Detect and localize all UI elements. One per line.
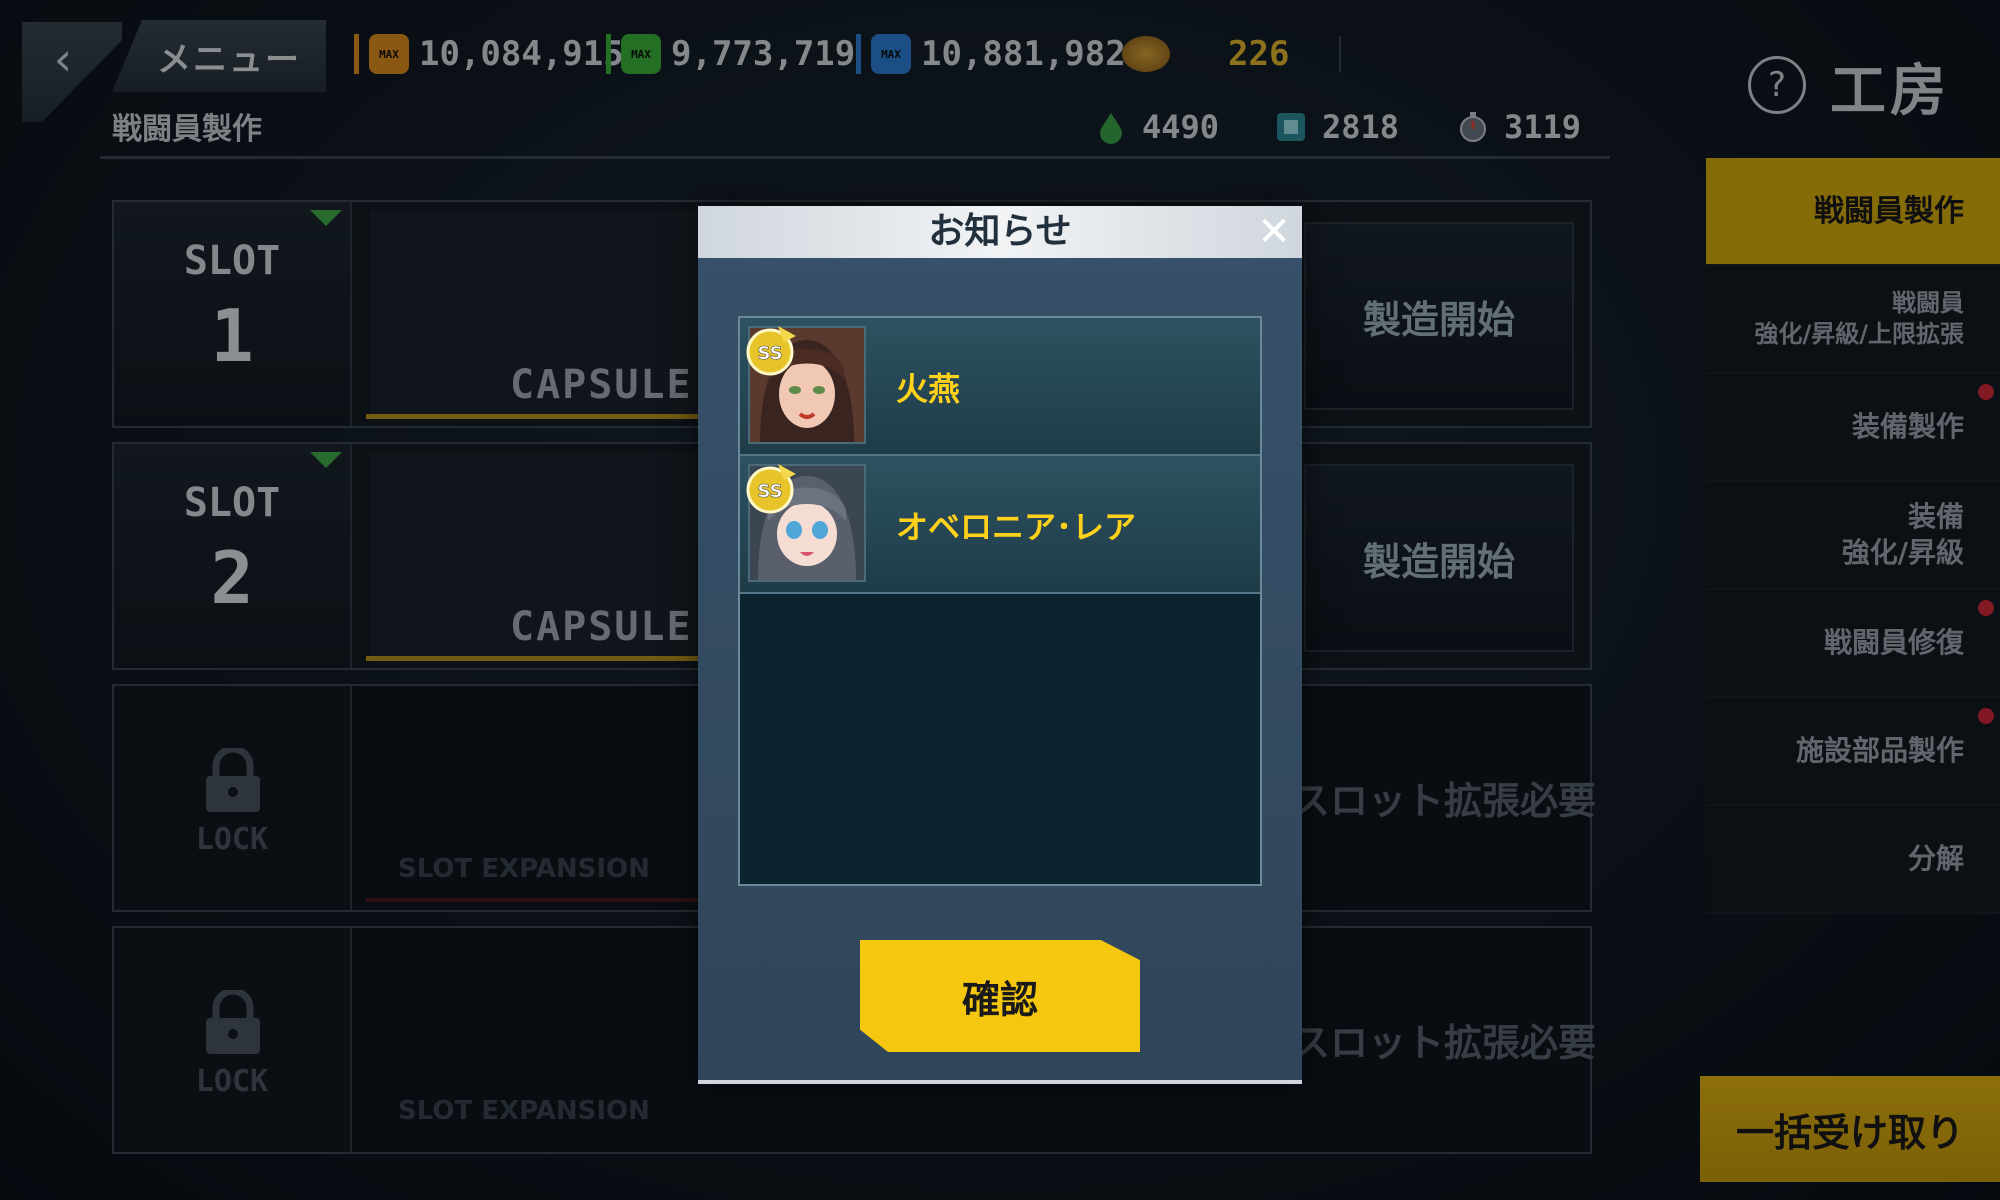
list-item[interactable]: SS 火燕 — [740, 318, 1260, 456]
dialog-bottom-edge — [698, 1080, 1302, 1084]
close-icon[interactable]: ✕ — [1252, 209, 1296, 255]
notice-dialog: お知らせ ✕ SS 火燕 SS オベロニア･レア 確認 — [698, 206, 1302, 1084]
confirm-button[interactable]: 確認 — [860, 940, 1140, 1052]
dialog-title: お知らせ — [928, 211, 1072, 252]
character-name: 火燕 — [896, 370, 961, 408]
character-name: オベロニア･レア — [896, 508, 1137, 546]
ss-rank-badge-icon: SS — [746, 326, 796, 376]
list-item[interactable]: SS オベロニア･レア — [740, 456, 1260, 594]
svg-text:SS: SS — [757, 481, 782, 502]
ss-rank-badge-icon: SS — [746, 464, 796, 514]
svg-text:SS: SS — [757, 343, 782, 364]
notice-list[interactable]: SS 火燕 SS オベロニア･レア — [738, 316, 1262, 886]
